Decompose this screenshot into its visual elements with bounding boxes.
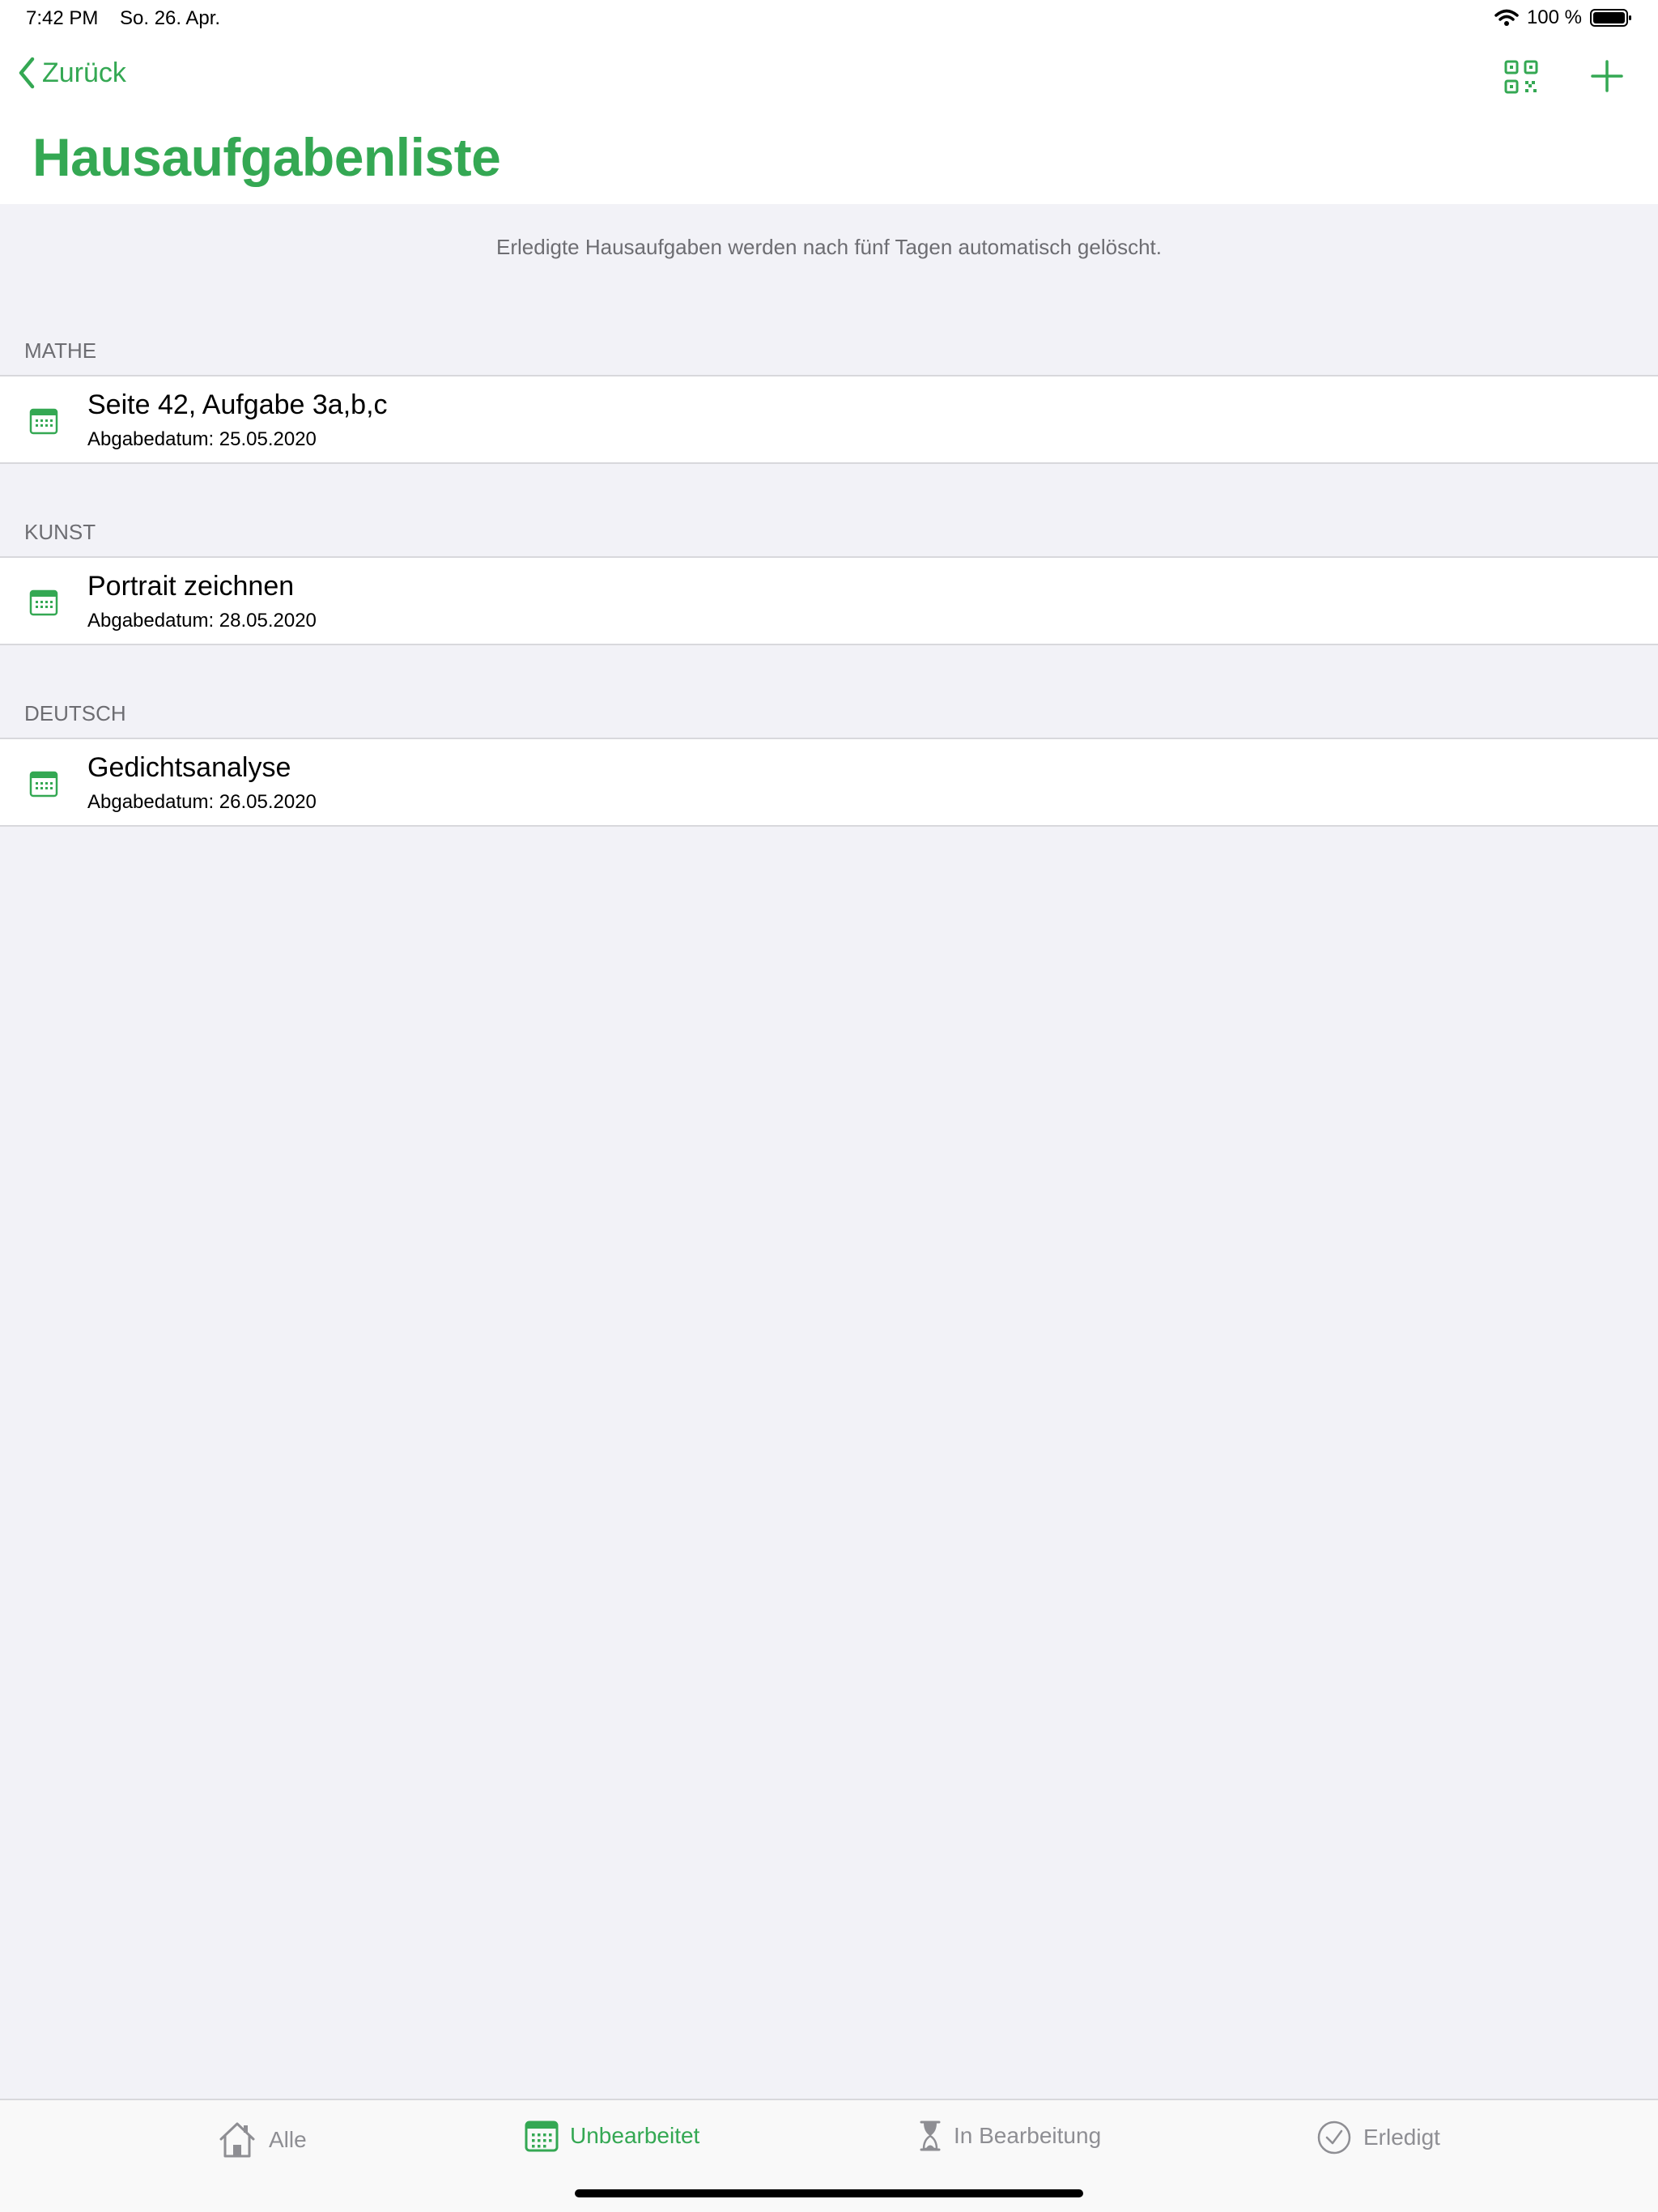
wifi-icon (1494, 9, 1519, 26)
item-title: Seite 42, Aufgabe 3a,b,c (87, 389, 388, 420)
calendar-icon (525, 2121, 559, 2152)
item-title: Gedichtsanalyse (87, 752, 291, 783)
section-header-deutsch: DEUTSCH (24, 701, 126, 725)
auto-delete-info: Erledigte Hausaufgaben werden nach fünf … (496, 235, 1162, 259)
tab-alle-label: Alle (269, 2127, 307, 2152)
navigation-header: Zurück Hausaufgabenliste (0, 39, 1658, 204)
calendar-icon (29, 589, 58, 616)
back-button[interactable]: Zurück (18, 57, 126, 89)
battery-percentage: 100 % (1526, 6, 1582, 28)
tab-erledigt-label: Erledigt (1363, 2125, 1440, 2150)
status-bar: 7:42 PM So. 26. Apr. 100 % (0, 0, 1658, 39)
section-header-mathe: MATHE (24, 338, 97, 363)
page-title: Hausaufgabenliste (32, 127, 501, 187)
back-button-label: Zurück (42, 57, 126, 88)
item-due-date: Abgabedatum: 26.05.2020 (87, 791, 317, 813)
item-title: Portrait zeichnen (87, 571, 295, 602)
calendar-icon (29, 408, 58, 435)
tab-alle[interactable]: Alle (217, 2120, 307, 2160)
tab-in-bearbeitung[interactable]: In Bearbeitung (918, 2120, 1101, 2152)
section-header-kunst: KUNST (24, 520, 96, 544)
list-item[interactable]: Seite 42, Aufgabe 3a,b,c Abgabedatum: 25… (0, 375, 1658, 464)
house-icon (219, 2122, 255, 2158)
tab-unbearbeitet-label: Unbearbeitet (570, 2123, 700, 2148)
tab-unbearbeitet[interactable]: Unbearbeitet (525, 2120, 699, 2152)
hourglass-icon (920, 2121, 941, 2151)
status-indicators: 100 % (1494, 6, 1632, 29)
list-item[interactable]: Portrait zeichnen Abgabedatum: 28.05.202… (0, 556, 1658, 645)
status-time: 7:42 PM (26, 7, 99, 29)
qr-code-icon[interactable] (1504, 60, 1538, 94)
battery-icon (1590, 9, 1631, 27)
item-due-date: Abgabedatum: 25.05.2020 (87, 428, 317, 450)
chevron-left-icon (19, 57, 35, 89)
checkmark-circle-icon (1317, 2121, 1351, 2155)
item-due-date: Abgabedatum: 28.05.2020 (87, 610, 317, 632)
tab-erledigt[interactable]: Erledigt (1316, 2120, 1440, 2155)
calendar-icon (29, 771, 58, 798)
tab-in-bearbeitung-label: In Bearbeitung (954, 2123, 1102, 2148)
status-date: So. 26. Apr. (120, 7, 221, 29)
list-item[interactable]: Gedichtsanalyse Abgabedatum: 26.05.2020 (0, 738, 1658, 827)
home-indicator[interactable] (575, 2189, 1083, 2197)
add-icon[interactable] (1589, 58, 1625, 94)
